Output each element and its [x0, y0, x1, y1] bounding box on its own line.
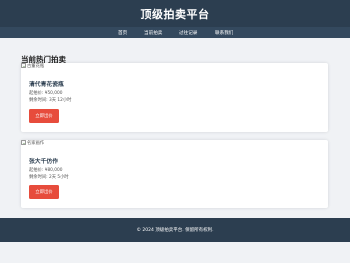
nav-item-contact[interactable]: 联系我们 [215, 30, 233, 36]
auction-time-remaining: 剩余时间: 2天 5小时 [29, 175, 69, 180]
broken-image-icon [21, 63, 26, 69]
nav-item-current-auctions[interactable]: 当前拍卖 [144, 30, 162, 36]
nav-item-past-records[interactable]: 过往记录 [179, 30, 197, 36]
auction-card: 古董花瓶 清代青花瓷瓶 起拍价: ¥50,000 剩余时间: 3天 12小时 立… [21, 63, 328, 132]
site-header: 顶级拍卖平台 [0, 0, 350, 27]
auction-image: 古董花瓶 [21, 63, 44, 69]
auction-start-price: 起拍价: ¥80,000 [29, 168, 63, 173]
nav-item-home[interactable]: 首页 [118, 30, 127, 36]
footer-copyright: © 2024 顶级拍卖平台. 保留所有权利. [136, 228, 214, 233]
broken-image-icon [21, 140, 26, 146]
auction-name: 清代青花瓷瓶 [29, 82, 64, 88]
main-nav: 首页 当前拍卖 过往记录 联系我们 [0, 27, 350, 38]
auction-start-price: 起拍价: ¥50,000 [29, 91, 63, 96]
bid-now-button[interactable]: 立即出价 [29, 185, 59, 199]
auction-name: 张大千仿作 [29, 159, 58, 165]
auction-card: 名家画作 张大千仿作 起拍价: ¥80,000 剩余时间: 2天 5小时 立即出… [21, 140, 328, 208]
site-title: 顶级拍卖平台 [140, 7, 210, 21]
auction-image: 名家画作 [21, 140, 44, 146]
bid-now-button[interactable]: 立即出价 [29, 109, 59, 123]
auction-image-alt: 古董花瓶 [27, 64, 45, 69]
auction-time-remaining: 剩余时间: 3天 12小时 [29, 98, 72, 103]
site-footer: © 2024 顶级拍卖平台. 保留所有权利. [0, 218, 350, 242]
auction-image-alt: 名家画作 [27, 141, 45, 146]
